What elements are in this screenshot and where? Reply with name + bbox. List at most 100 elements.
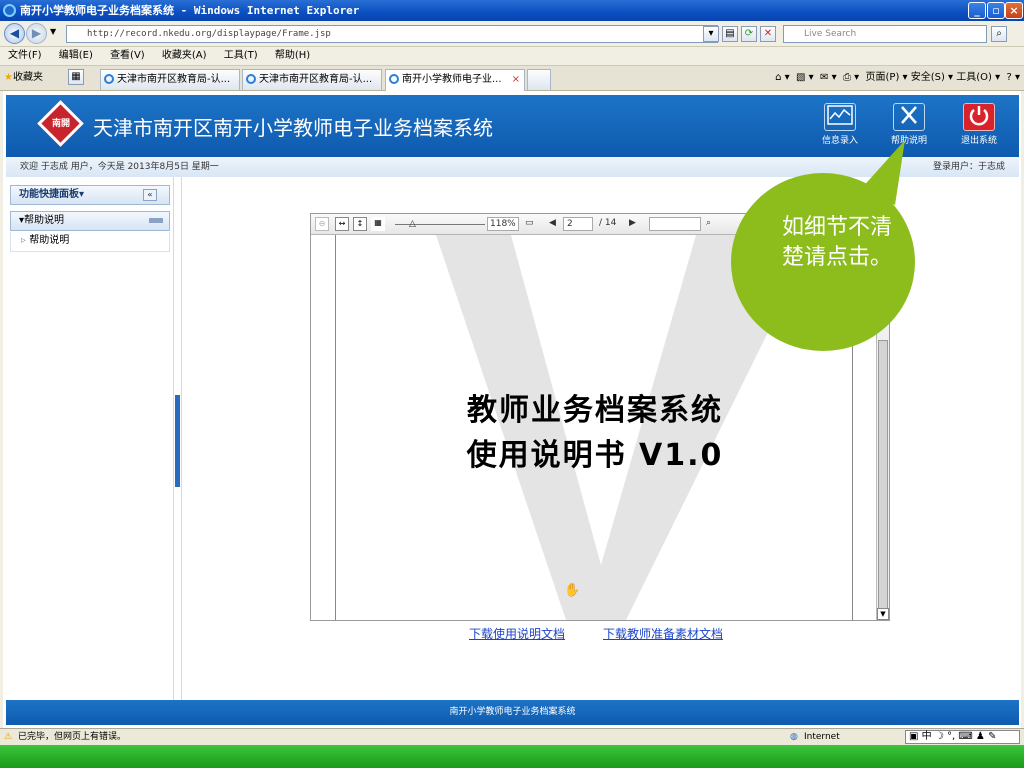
collapse-sidebar-icon[interactable]: «	[143, 189, 157, 201]
menu-tools[interactable]: 工具(T)	[224, 50, 258, 61]
ie-logo-icon	[3, 4, 16, 17]
security-zone: Internet	[804, 732, 840, 742]
menu-view[interactable]: 查看(V)	[110, 50, 145, 61]
ie-page-icon	[104, 74, 114, 84]
page-total: / 14	[599, 218, 617, 228]
minimize-icon[interactable]: _	[968, 2, 986, 19]
maximize-icon[interactable]: ▫	[987, 2, 1005, 19]
welcome-bar: 欢迎 于志成 用户，今天是 2013年8月5日 星期一 登录用户：于志成	[6, 157, 1019, 177]
window-title: 南开小学教师电子业务档案系统 - Windows Internet Explor…	[20, 4, 360, 17]
scroll-down-icon[interactable]: ▼	[877, 608, 889, 620]
power-icon[interactable]	[963, 103, 995, 131]
url-dropdown-icon[interactable]: ▾	[703, 26, 719, 42]
chart-icon[interactable]	[824, 103, 856, 131]
tree-node-icon: ▹	[21, 235, 27, 246]
compat-view-icon[interactable]: ▤	[722, 26, 738, 42]
search-icon[interactable]: ⌕	[991, 26, 1007, 42]
history-dropdown-icon[interactable]: ▼	[50, 27, 56, 36]
doc-search-input[interactable]	[649, 217, 701, 231]
status-text: 已完毕，但网页上有错误。	[18, 732, 127, 742]
tab-1-label: 天津市南开区教育局-认...	[117, 74, 231, 85]
next-page-icon[interactable]: ▶	[629, 217, 636, 231]
help-section-title: ▾帮助说明	[19, 215, 65, 226]
tools-icon[interactable]	[893, 103, 925, 131]
sidebar-item-label: 帮助说明	[29, 235, 70, 246]
feeds-icon[interactable]: ▧ ▾	[796, 72, 814, 83]
help-callout-text[interactable]: 如细节不清楚请点击。	[782, 213, 892, 273]
refresh-icon[interactable]: ⟳	[741, 26, 757, 42]
system-title: 天津市南开区南开小学教师电子业务档案系统	[93, 116, 493, 140]
menu-edit[interactable]: 编辑(E)	[59, 50, 93, 61]
taskbar	[0, 745, 1024, 768]
download-materials-link[interactable]: 下载教师准备素材文档	[603, 625, 723, 642]
tab-2[interactable]: 天津市南开区教育局-认...	[242, 69, 382, 90]
url-input[interactable]: http://record.nkedu.org/displaypage/Fram…	[66, 25, 718, 43]
logout-label[interactable]: 退出系统	[949, 133, 1009, 146]
login-user: 登录用户：于志成	[932, 162, 1005, 172]
tab-3-active[interactable]: 南开小学教师电子业... ×	[385, 69, 525, 91]
tab-close-icon[interactable]: ×	[512, 70, 520, 89]
quick-panel-header[interactable]: 功能快捷面板▾ «	[10, 185, 170, 205]
welcome-text: 欢迎 于志成 用户，今天是 2013年8月5日 星期一	[20, 162, 219, 172]
menu-help[interactable]: 帮助(H)	[275, 50, 310, 61]
grid-view-icon[interactable]: ▦	[371, 217, 385, 231]
forward-icon[interactable]: ▶	[26, 23, 47, 44]
download-manual-link[interactable]: 下载使用说明文档	[469, 625, 565, 642]
prev-page-icon[interactable]: ◀	[549, 217, 556, 231]
page-number-input[interactable]: 2	[563, 217, 593, 231]
section-toggle-icon[interactable]	[149, 218, 163, 223]
window-title-bar: 南开小学教师电子业务档案系统 - Windows Internet Explor…	[0, 0, 1024, 21]
sidebar: 功能快捷面板▾ « ▾帮助说明 ▹ 帮助说明	[6, 177, 174, 700]
print-icon[interactable]: ⎙ ▾	[843, 72, 859, 83]
stop-icon[interactable]: ✕	[760, 26, 776, 42]
command-bar: ⌂ ▾ ▧ ▾ ✉ ▾ ⎙ ▾ 页面(P) ▾ 安全(S) ▾ 工具(O) ▾ …	[775, 69, 1020, 87]
ime-toolbar[interactable]: ▣ 中 ☽ °, ⌨ ♟ ✎	[905, 730, 1020, 744]
doc-search-icon[interactable]: ⌕	[706, 217, 711, 231]
sidebar-item-help[interactable]: ▹ 帮助说明	[10, 232, 170, 252]
zoom-level[interactable]: 118%	[487, 217, 519, 231]
mail-icon[interactable]: ✉ ▾	[820, 72, 837, 83]
print-doc-icon[interactable]: ⊖	[315, 217, 329, 231]
quick-tabs-icon[interactable]: ▦	[68, 69, 84, 85]
doc-title-line1: 教师业务档案系统	[467, 393, 723, 428]
help-section-header[interactable]: ▾帮助说明	[10, 211, 170, 231]
footer-text: 南开小学教师电子业务档案系统	[449, 707, 576, 717]
menu-file[interactable]: 文件(F)	[8, 50, 42, 61]
globe-icon: ◍	[790, 732, 798, 742]
help-icon[interactable]: ? ▾	[1006, 72, 1020, 83]
system-header: 南開 天津市南开区南开小学教师电子业务档案系统 信息录入 帮助说明 退出系统	[6, 95, 1019, 157]
info-entry-label[interactable]: 信息录入	[810, 133, 870, 146]
ime-mode[interactable]: 中	[922, 731, 932, 742]
address-toolbar: ◀ ▶ ▼ http://record.nkedu.org/displaypag…	[0, 21, 1024, 47]
quick-panel-title: 功能快捷面板▾	[19, 189, 85, 200]
doc-title-line2: 使用说明书 V1.0	[466, 438, 724, 473]
favorites-label: 收藏夹	[12, 72, 43, 83]
status-bar: ⚠ 已完毕，但网页上有错误。 ◍ Internet ▣ 中 ☽ °, ⌨ ♟ ✎	[0, 728, 1024, 745]
fit-width-icon[interactable]: ↔	[335, 217, 349, 231]
tab-2-label: 天津市南开区教育局-认...	[259, 74, 373, 85]
new-tab-button[interactable]	[527, 69, 551, 90]
page-footer: 南开小学教师电子业务档案系统	[6, 700, 1019, 725]
hand-cursor-icon: ✋	[564, 583, 581, 598]
menu-bar: 文件(F) 编辑(E) 查看(V) 收藏夹(A) 工具(T) 帮助(H)	[0, 47, 1024, 66]
tab-1[interactable]: 天津市南开区教育局-认...	[100, 69, 240, 90]
help-docs-label[interactable]: 帮助说明	[879, 133, 939, 146]
school-logo-text: 南開	[51, 119, 70, 129]
viewer-scroll-thumb[interactable]	[878, 340, 888, 610]
back-icon[interactable]: ◀	[4, 23, 25, 44]
menu-favorites[interactable]: 收藏夹(A)	[162, 50, 207, 61]
sidebar-splitter[interactable]	[175, 395, 180, 487]
close-icon[interactable]: ×	[1005, 2, 1023, 19]
fullscreen-icon[interactable]: ▭	[525, 217, 534, 231]
zoom-slider-thumb-icon[interactable]: △	[409, 218, 416, 232]
ie-page-icon	[389, 74, 399, 84]
search-input[interactable]: Live Search	[783, 25, 987, 43]
home-icon[interactable]: ⌂ ▾	[775, 72, 790, 83]
star-icon: ★	[4, 72, 13, 83]
command-menus[interactable]: 页面(P) ▾ 安全(S) ▾ 工具(O) ▾	[866, 72, 1001, 83]
tab-3-label: 南开小学教师电子业...	[402, 74, 502, 85]
warning-icon[interactable]: ⚠	[4, 729, 12, 745]
fit-page-icon[interactable]: ↕	[353, 217, 367, 231]
favorites-button[interactable]: ★收藏夹	[4, 70, 43, 86]
ie-page-icon	[246, 74, 256, 84]
